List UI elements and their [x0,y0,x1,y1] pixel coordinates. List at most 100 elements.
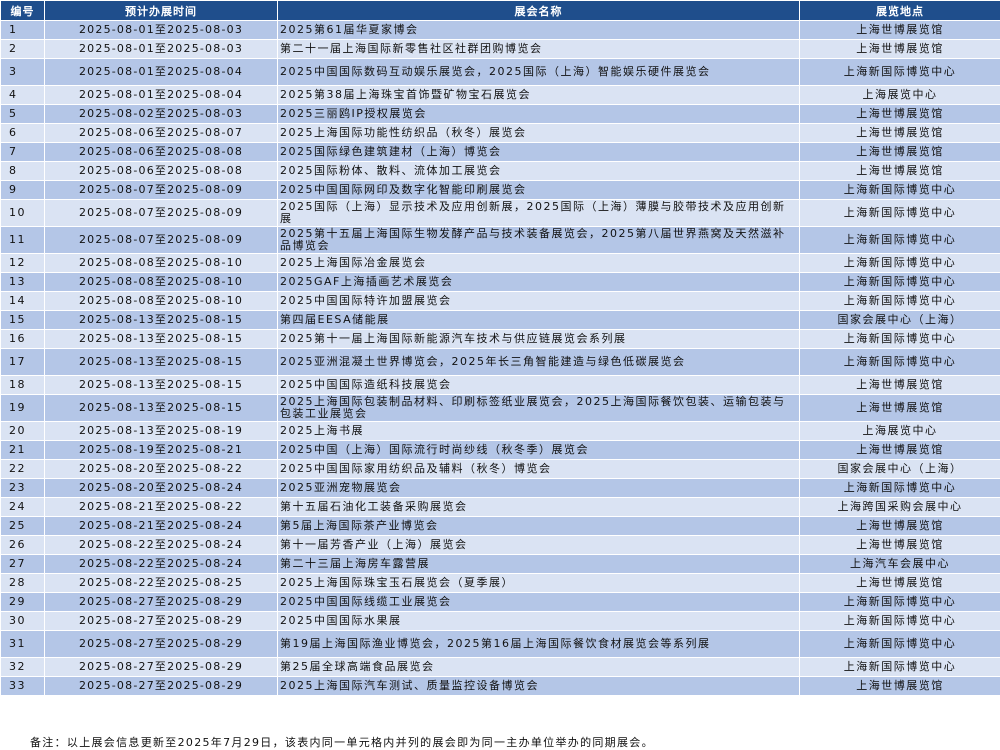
cell-no: 33 [0,676,45,696]
cell-name: 2025GAF上海插画艺术展览会 [277,272,800,292]
table-row: 4 2025-08-01至2025-08-04 2025第38届上海珠宝首饰暨矿物宝… [0,85,1000,105]
table-row: 11 2025-08-07至2025-08-09 2025第十五届上海国际生物发酵产… [0,226,1000,254]
cell-venue: 上海展览中心 [799,85,1000,105]
table-row: 21 2025-08-19至2025-08-21 2025中国（上海）国际流行时尚纱… [0,440,1000,460]
cell-name: 2025上海国际功能性纺织品（秋冬）展览会 [277,123,800,143]
cell-date: 2025-08-21至2025-08-22 [44,497,278,517]
cell-date: 2025-08-20至2025-08-24 [44,478,278,498]
table-row: 22 2025-08-20至2025-08-22 2025中国国际家用纺织品及辅料（… [0,459,1000,479]
cell-no: 14 [0,291,45,311]
cell-date: 2025-08-07至2025-08-09 [44,180,278,200]
cell-venue: 上海新国际博览中心 [799,226,1000,254]
cell-no: 2 [0,39,45,59]
table-row: 26 2025-08-22至2025-08-24 第十一届芳香产业（上海）展览会 上海… [0,535,1000,555]
cell-venue: 上海世博展览馆 [799,142,1000,162]
table-row: 1 2025-08-01至2025-08-03 2025第61届华夏家博会 上海世博展… [0,20,1000,40]
cell-venue: 上海新国际博览中心 [799,272,1000,292]
cell-no: 22 [0,459,45,479]
cell-venue: 上海世博展览馆 [799,676,1000,696]
page: 编号 预计办展时间 展会名称 展览地点 1 2025-08-01至2025-08-… [0,0,1000,750]
cell-name: 第二十三届上海房车露营展 [277,554,800,574]
cell-no: 4 [0,85,45,105]
table-row: 25 2025-08-21至2025-08-24 第5届上海国际茶产业博览会 上海世博… [0,516,1000,536]
cell-date: 2025-08-13至2025-08-15 [44,375,278,395]
table-row: 16 2025-08-13至2025-08-15 2025第十一届上海国际新能源汽车… [0,329,1000,349]
cell-no: 6 [0,123,45,143]
cell-venue: 上海新国际博览中心 [799,291,1000,311]
footnote: 备注：以上展会信息更新至2025年7月29日，该表内同一单元格内并列的展会即为同… [30,736,654,749]
cell-no: 18 [0,375,45,395]
table-row: 17 2025-08-13至2025-08-15 2025亚洲混凝土世界博览会，20… [0,348,1000,376]
cell-no: 8 [0,161,45,181]
cell-no: 5 [0,104,45,124]
cell-no: 21 [0,440,45,460]
cell-venue: 上海新国际博览中心 [799,58,1000,86]
cell-name: 2025中国国际造纸科技展览会 [277,375,800,395]
table-row: 2 2025-08-01至2025-08-03 第二十一届上海国际新零售社区社群团购… [0,39,1000,59]
cell-date: 2025-08-22至2025-08-24 [44,535,278,555]
cell-date: 2025-08-22至2025-08-24 [44,554,278,574]
cell-date: 2025-08-22至2025-08-25 [44,573,278,593]
cell-name: 2025中国国际家用纺织品及辅料（秋冬）博览会 [277,459,800,479]
table-row: 30 2025-08-27至2025-08-29 2025中国国际水果展 上海新国际博… [0,611,1000,631]
cell-date: 2025-08-27至2025-08-29 [44,676,278,696]
cell-date: 2025-08-01至2025-08-03 [44,39,278,59]
table-row: 29 2025-08-27至2025-08-29 2025中国国际线缆工业展览会 上海… [0,592,1000,612]
cell-no: 12 [0,253,45,273]
cell-venue: 上海新国际博览中心 [799,630,1000,658]
cell-no: 24 [0,497,45,517]
cell-venue: 上海新国际博览中心 [799,253,1000,273]
cell-name: 2025中国国际线缆工业展览会 [277,592,800,612]
cell-venue: 上海世博展览馆 [799,161,1000,181]
cell-no: 23 [0,478,45,498]
cell-name: 2025亚洲混凝土世界博览会，2025年长三角智能建造与绿色低碳展览会 [277,348,800,376]
table-row: 27 2025-08-22至2025-08-24 第二十三届上海房车露营展 上海汽车会… [0,554,1000,574]
table-row: 13 2025-08-08至2025-08-10 2025GAF上海插画艺术展览会上… [0,272,1000,292]
table-row: 23 2025-08-20至2025-08-24 2025亚洲宠物展览会 上海新国际博… [0,478,1000,498]
cell-no: 30 [0,611,45,631]
cell-venue: 国家会展中心（上海） [799,310,1000,330]
cell-no: 19 [0,394,45,422]
header-no: 编号 [0,0,45,21]
table-row: 19 2025-08-13至2025-08-15 2025上海国际包装制品材料、印刷… [0,394,1000,422]
cell-no: 13 [0,272,45,292]
cell-name: 第5届上海国际茶产业博览会 [277,516,800,536]
table-row: 6 2025-08-06至2025-08-07 2025上海国际功能性纺织品（秋冬）… [0,123,1000,143]
table-row: 28 2025-08-22至2025-08-25 2025上海国际珠宝玉石展览会（夏… [0,573,1000,593]
cell-name: 2025上海书展 [277,421,800,441]
table-body: 1 2025-08-01至2025-08-03 2025第61届华夏家博会 上海世博展… [0,20,1000,696]
cell-date: 2025-08-08至2025-08-10 [44,291,278,311]
cell-name: 2025国际绿色建筑建材（上海）博览会 [277,142,800,162]
cell-no: 7 [0,142,45,162]
cell-venue: 上海新国际博览中心 [799,329,1000,349]
cell-venue: 国家会展中心（上海） [799,459,1000,479]
cell-venue: 上海汽车会展中心 [799,554,1000,574]
cell-venue: 上海世博展览馆 [799,104,1000,124]
cell-venue: 上海新国际博览中心 [799,348,1000,376]
cell-no: 27 [0,554,45,574]
cell-venue: 上海新国际博览中心 [799,611,1000,631]
cell-venue: 上海世博展览馆 [799,573,1000,593]
cell-venue: 上海新国际博览中心 [799,657,1000,677]
cell-date: 2025-08-08至2025-08-10 [44,272,278,292]
cell-venue: 上海世博展览馆 [799,39,1000,59]
cell-name: 2025中国国际特许加盟展览会 [277,291,800,311]
cell-date: 2025-08-27至2025-08-29 [44,657,278,677]
table-row: 14 2025-08-08至2025-08-10 2025中国国际特许加盟展览会 上海… [0,291,1000,311]
cell-venue: 上海世博展览馆 [799,123,1000,143]
cell-name: 2025第十一届上海国际新能源汽车技术与供应链展览会系列展 [277,329,800,349]
table-row: 9 2025-08-07至2025-08-09 2025中国国际网印及数字化智能印刷… [0,180,1000,200]
cell-name: 2025国际粉体、散料、流体加工展览会 [277,161,800,181]
cell-date: 2025-08-27至2025-08-29 [44,592,278,612]
cell-name: 2025上海国际包装制品材料、印刷标签纸业展览会，2025上海国际餐饮包装、运输… [277,394,800,422]
cell-no: 1 [0,20,45,40]
cell-no: 29 [0,592,45,612]
cell-date: 2025-08-27至2025-08-29 [44,630,278,658]
cell-venue: 上海展览中心 [799,421,1000,441]
cell-date: 2025-08-02至2025-08-03 [44,104,278,124]
cell-name: 2025第38届上海珠宝首饰暨矿物宝石展览会 [277,85,800,105]
cell-date: 2025-08-20至2025-08-22 [44,459,278,479]
table-row: 10 2025-08-07至2025-08-09 2025国际（上海）显示技术及应用… [0,199,1000,227]
cell-name: 2025亚洲宠物展览会 [277,478,800,498]
table-row: 5 2025-08-02至2025-08-03 2025三丽鸥IP授权展览会 上海世博… [0,104,1000,124]
